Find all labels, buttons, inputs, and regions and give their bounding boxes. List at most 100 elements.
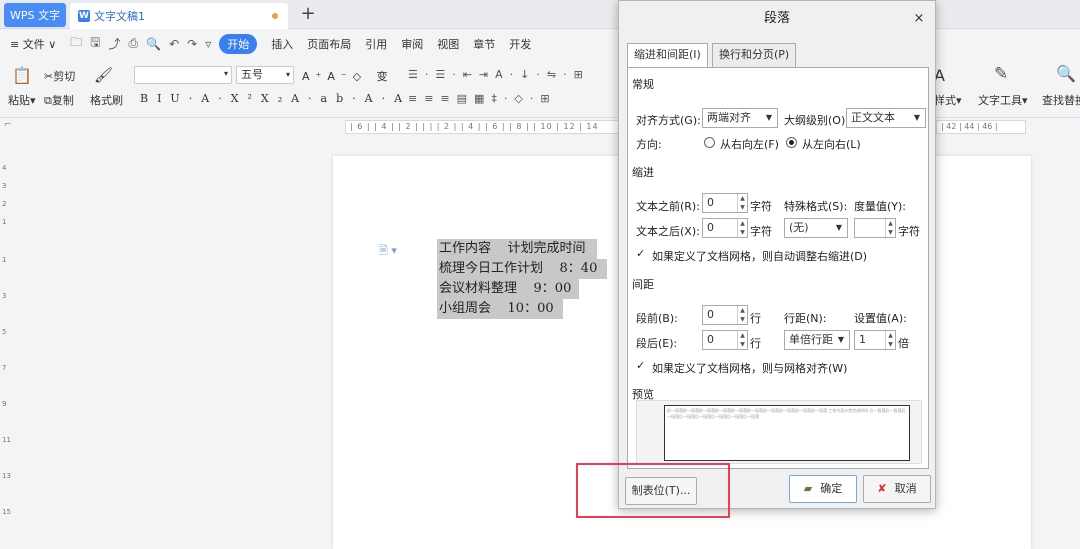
paragraph-align-icons[interactable]: ≡≡≡▤▦‡·◇·⊞ (408, 92, 557, 105)
snap-grid-label[interactable]: 如果定义了文档网格，则与网格对齐(W) (652, 360, 847, 376)
paragraph-preview: 前一段落前一段落前一段落前一段落前一段落前一段落前一段落前一段落前一段落前一段落… (636, 400, 922, 464)
indent-after-unit[interactable]: 字符 (750, 223, 772, 239)
spinner-icon[interactable]: ▲ ▼ (737, 194, 747, 212)
spinner-icon[interactable]: ▲ ▼ (737, 306, 747, 324)
space-after-label: 段后(E): (636, 337, 678, 350)
styles-button[interactable]: 样式▾ (934, 92, 962, 108)
spinner-icon[interactable]: ▲ ▼ (737, 219, 747, 237)
document-line[interactable]: 会议材料整理 9：00 (437, 279, 579, 299)
chevron-down-icon: ▼ (835, 223, 842, 232)
rtl-label[interactable]: 从右向左(F) (720, 136, 779, 152)
menu-tab-insert[interactable]: 插入 (271, 36, 293, 52)
set-value-unit: 倍 (898, 337, 909, 350)
list-icons[interactable]: ☰·☰·⇤⇥A·↓·⇋·⊞ (408, 68, 590, 81)
ruler-marks[interactable]: | 6 | | 4 | | 2 | | | | 2 | | 4 | | 6 | … (345, 120, 625, 134)
menu-tab-layout[interactable]: 页面布局 (307, 36, 351, 52)
spinner-icon[interactable]: ▲ ▼ (885, 331, 895, 349)
copy-button[interactable]: ⧉复制 (44, 92, 74, 108)
outline-level-select[interactable]: 正文文本 ▼ (846, 108, 926, 128)
new-tab-button[interactable]: + (296, 3, 320, 25)
cancel-button[interactable]: ✘ 取消 (863, 475, 931, 503)
menu-tab-start[interactable]: 开始 (219, 33, 258, 54)
space-after-unit[interactable]: 行 (750, 335, 761, 351)
styles-label: 样式 (934, 94, 956, 107)
ltr-radio[interactable] (786, 137, 797, 148)
undo-icon[interactable]: ↶ (169, 37, 179, 51)
cut-icon: ✂ (44, 70, 54, 83)
paste-button[interactable]: 粘贴▾ (8, 92, 36, 108)
menu-tab-references[interactable]: 引用 (365, 36, 387, 52)
font-name-select[interactable]: ▾ (134, 66, 232, 84)
print-icon[interactable]: ⎙ (129, 36, 139, 51)
tab-line-page-breaks[interactable]: 换行和分页(P) (712, 43, 797, 67)
indent-section-title: 缩进 (632, 166, 654, 179)
indent-before-value: 0 (707, 196, 714, 209)
wps-app-tab[interactable]: WPS 文字 (4, 3, 66, 27)
format-painter-icon[interactable]: 🖌 (94, 66, 113, 84)
space-after-input[interactable]: 0 ▲ ▼ (702, 330, 748, 350)
cut-button[interactable]: ✂剪切 (44, 68, 75, 84)
ruler-corner: ⌐ (4, 120, 12, 130)
set-value-label: 设置值(A): (854, 312, 907, 325)
chevron-down-icon: ▼ (837, 335, 844, 344)
snap-grid-checkbox[interactable]: ✓ (636, 360, 647, 371)
special-format-select[interactable]: (无) ▼ (784, 218, 848, 238)
format-painter-button[interactable]: 格式刷 (90, 92, 123, 108)
line-spacing-select[interactable]: 单倍行距 ▼ (784, 330, 850, 350)
document-tab[interactable]: W 文字文稿1 (70, 3, 288, 29)
vruler-tick: 2 (2, 200, 7, 208)
space-before-input[interactable]: 0 ▲ ▼ (702, 305, 748, 325)
close-icon[interactable]: × (911, 11, 927, 27)
ok-button[interactable]: ▰ 确定 (789, 475, 857, 503)
chevron-down-icon: ▼ (913, 113, 920, 122)
measure-input[interactable]: ▲ ▼ (854, 218, 896, 238)
auto-adjust-checkbox[interactable]: ✓ (636, 248, 647, 259)
find-replace-button[interactable]: 查找替换 (1042, 92, 1080, 108)
ltr-label[interactable]: 从左向右(L) (802, 136, 861, 152)
document-line[interactable]: 工作内容 计划完成时间 (437, 239, 597, 259)
indent-before-label: 文本之前(R): (636, 200, 700, 213)
set-value-input[interactable]: 1 ▲ ▼ (854, 330, 896, 350)
redo-icon[interactable]: ↷ (187, 37, 197, 51)
paragraph-options-icon[interactable]: 🗎 ▾ (379, 242, 397, 261)
spinner-icon[interactable]: ▲ ▼ (737, 331, 747, 349)
indent-before-unit[interactable]: 字符 (750, 198, 772, 214)
menu-tab-chapter[interactable]: 章节 (473, 36, 495, 52)
find-icon[interactable]: 🔍 (1056, 64, 1076, 83)
export-icon[interactable]: ⤴ (109, 35, 121, 52)
indent-before-input[interactable]: 0 ▲ ▼ (702, 193, 748, 213)
spinner-icon[interactable]: ▲ ▼ (885, 219, 895, 237)
paragraph-dialog: 段落 × 缩进和间距(I) 换行和分页(P) 常规 对齐方式(G): 两端对齐 ▼… (618, 0, 936, 509)
font-grow-shrink-icons[interactable]: A⁺A⁻◇ 变 (302, 68, 394, 84)
menu-tab-developer[interactable]: 开发 (509, 36, 531, 52)
ok-icon: ▰ (803, 482, 813, 495)
save-icon[interactable]: 🖫 (90, 33, 100, 54)
vruler-tick: 9 (2, 400, 7, 408)
document-line[interactable]: 小组周会 10：00 (437, 299, 563, 319)
tab-indent-spacing[interactable]: 缩进和间距(I) (627, 43, 708, 68)
cancel-label: 取消 (894, 482, 917, 495)
indent-after-input[interactable]: 0 ▲ ▼ (702, 218, 748, 238)
text-tools-icon[interactable]: ✎ (994, 64, 1008, 84)
ruler-marks-right[interactable]: | 42 | 44 | 46 | (936, 120, 1026, 134)
auto-adjust-label[interactable]: 如果定义了文档网格，则自动调整右缩进(D) (652, 248, 867, 264)
text-tools-button[interactable]: 文字工具▾ (978, 92, 1028, 108)
rtl-radio[interactable] (704, 137, 715, 148)
open-icon[interactable]: 🗀 (70, 33, 82, 54)
document-line[interactable]: 梳理今日工作计划 8：40 (437, 259, 607, 279)
paste-icon[interactable]: 📋 (12, 66, 32, 85)
copy-label: 复制 (51, 94, 74, 107)
menu-tab-review[interactable]: 审阅 (401, 36, 423, 52)
vruler-tick: 1 (2, 256, 7, 264)
font-size-select[interactable]: 五号 ▾ (236, 66, 294, 84)
print-preview-icon[interactable]: 🔍 (146, 37, 161, 51)
space-before-unit[interactable]: 行 (750, 310, 761, 326)
measure-unit[interactable]: 字符 (898, 223, 920, 239)
font-size-value: 五号 (241, 68, 263, 81)
customize-icon[interactable]: ▿ (205, 37, 211, 51)
alignment-select[interactable]: 两端对齐 ▼ (702, 108, 778, 128)
text-tools-label: 文字工具 (978, 94, 1022, 107)
file-menu[interactable]: ≡ 文件 ∨ (10, 36, 56, 52)
font-style-icons[interactable]: BIU·A·X²X₂A·ab·A·A (140, 92, 411, 105)
menu-tab-view[interactable]: 视图 (437, 36, 459, 52)
